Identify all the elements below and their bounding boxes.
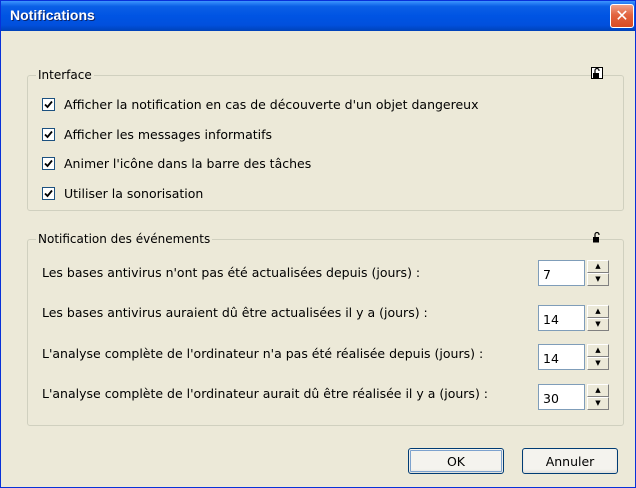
spin-down-icon[interactable]: ▼ [587,397,609,410]
close-button[interactable]: ✕ [610,4,634,28]
spin-up-icon[interactable]: ▲ [587,305,609,318]
spinbox-db-should-update[interactable]: 14 ▲ ▼ [538,305,610,331]
option-show-danger-notification[interactable]: Afficher la notification en cas de décou… [42,96,479,112]
spin-value[interactable]: 30 [538,384,585,410]
checkbox[interactable] [42,97,55,111]
spin-value[interactable]: 14 [538,305,585,331]
events-legend: Notification des événements [36,232,213,246]
spin-value[interactable]: 7 [538,260,585,286]
window-title: Notifications [10,7,95,23]
event-label-db-not-updated: Les bases antivirus n'ont pas été actual… [42,265,421,280]
spin-value[interactable]: 14 [538,344,585,370]
spinbox-full-scan-should-run[interactable]: 30 ▲ ▼ [538,384,610,410]
ok-button[interactable]: OK [408,448,504,474]
cancel-button[interactable]: Annuler [522,448,618,474]
spinbox-full-scan-not-done[interactable]: 14 ▲ ▼ [538,344,610,370]
checkbox[interactable] [42,186,55,200]
spin-up-icon[interactable]: ▲ [587,260,609,273]
event-label-full-scan-not-done: L'analyse complète de l'ordinateur n'a p… [42,346,484,361]
spin-buttons: ▲ ▼ [587,384,609,410]
title-bar[interactable]: Notifications ✕ [1,1,635,31]
spin-down-icon[interactable]: ▼ [587,273,609,286]
spin-down-icon[interactable]: ▼ [587,318,609,331]
interface-legend: Interface [36,68,94,82]
notifications-dialog: Notifications ✕ Interface Afficher la no… [0,0,636,488]
close-icon: ✕ [615,6,629,25]
spin-up-icon[interactable]: ▲ [587,384,609,397]
event-label-full-scan-should-run: L'analyse complète de l'ordinateur aurai… [42,386,489,401]
option-label: Afficher les messages informatifs [64,126,273,142]
checkbox[interactable] [42,127,55,141]
spin-down-icon[interactable]: ▼ [587,357,609,370]
spin-buttons: ▲ ▼ [587,260,609,286]
option-animate-tray-icon[interactable]: Animer l'icône dans la barre des tâches [42,155,311,171]
option-label: Utiliser la sonorisation [64,185,204,201]
option-show-info-messages[interactable]: Afficher les messages informatifs [42,126,272,142]
events-lock-icon[interactable] [591,231,603,243]
spin-up-icon[interactable]: ▲ [587,344,609,357]
option-label: Animer l'icône dans la barre des tâches [64,155,312,171]
interface-lock-icon[interactable] [591,67,603,79]
spin-buttons: ▲ ▼ [587,305,609,331]
option-label: Afficher la notification en cas de décou… [64,96,479,112]
spin-buttons: ▲ ▼ [587,344,609,370]
spinbox-db-not-updated[interactable]: 7 ▲ ▼ [538,260,610,286]
event-label-db-should-update: Les bases antivirus auraient dû être act… [42,305,428,320]
checkbox[interactable] [42,156,55,170]
option-use-sound[interactable]: Utiliser la sonorisation [42,185,203,201]
